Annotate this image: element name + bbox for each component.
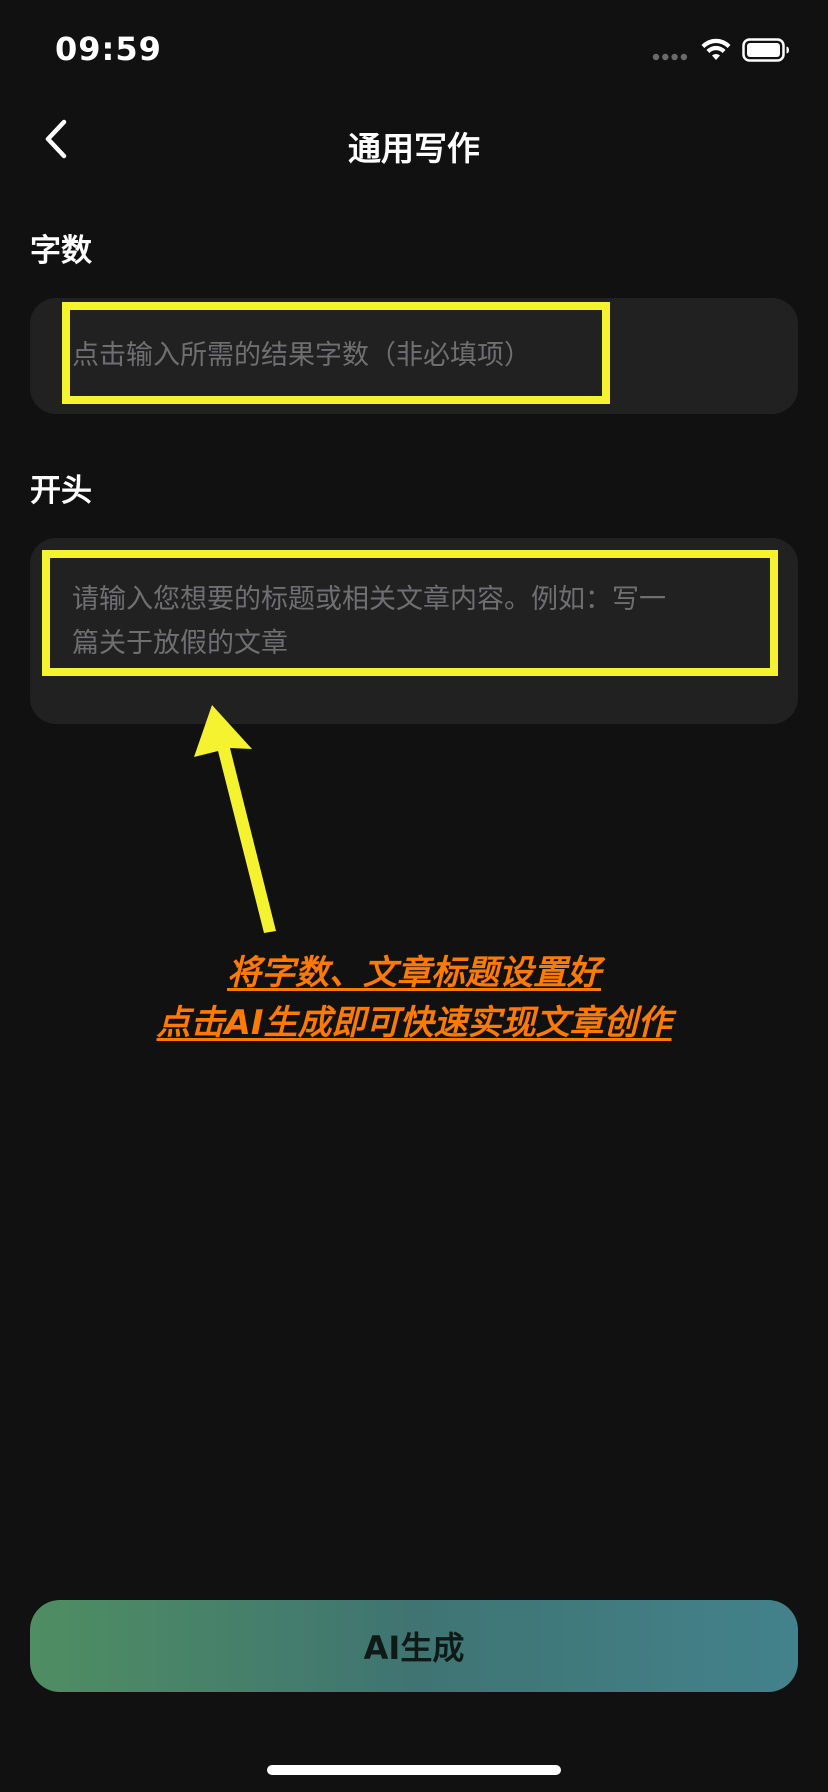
word-count-input[interactable]: 点击输入所需的结果字数（非必填项） xyxy=(30,298,798,414)
ai-generate-button[interactable]: AI生成 xyxy=(30,1600,798,1692)
home-indicator[interactable] xyxy=(267,1765,561,1775)
status-time: 09:59 xyxy=(55,30,162,68)
annotation-line2: 点击AI生成即可快速实现文章创作 xyxy=(156,1003,672,1043)
arrow-up-icon xyxy=(194,705,276,933)
word-count-label: 字数 xyxy=(30,233,92,269)
opening-placeholder-line1: 请输入您想要的标题或相关文章内容。例如：写一 xyxy=(72,584,666,615)
signal-dots-icon xyxy=(652,53,688,61)
status-bar: 09:59 xyxy=(0,0,828,100)
wifi-icon xyxy=(701,38,731,60)
nav-bar: 通用写作 xyxy=(0,100,828,180)
word-count-placeholder: 点击输入所需的结果字数（非必填项） xyxy=(72,340,531,371)
opening-input[interactable]: 请输入您想要的标题或相关文章内容。例如：写一 篇关于放假的文章 xyxy=(30,538,798,724)
opening-placeholder-line2: 篇关于放假的文章 xyxy=(72,628,288,659)
battery-icon xyxy=(742,38,789,62)
annotation-line1: 将字数、文章标题设置好 xyxy=(227,953,601,993)
opening-label: 开头 xyxy=(30,473,92,509)
page-title: 通用写作 xyxy=(348,129,480,168)
